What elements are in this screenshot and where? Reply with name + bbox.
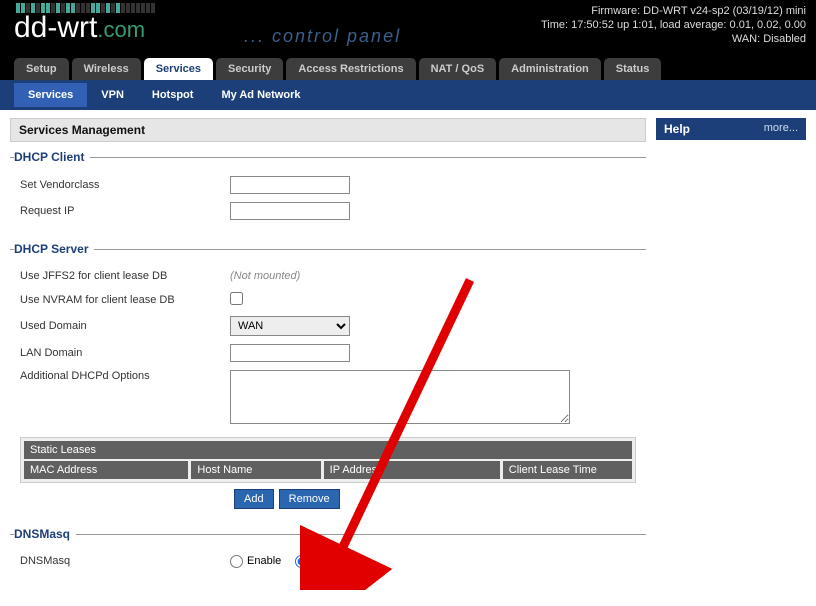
subtab-vpn[interactable]: VPN <box>87 83 138 107</box>
sub-tabs: Services VPN Hotspot My Ad Network <box>0 80 816 110</box>
label-enable: Enable <box>247 555 281 567</box>
status-top: Firmware: DD-WRT v24-sp2 (03/19/12) mini… <box>541 4 806 46</box>
tab-security[interactable]: Security <box>216 58 283 80</box>
main-tabs: Setup Wireless Services Security Access … <box>0 54 816 80</box>
static-leases-header: Static Leases <box>24 441 632 459</box>
col-host-name: Host Name <box>191 461 320 479</box>
help-bar: Help more... <box>656 118 806 140</box>
add-button[interactable]: Add <box>234 489 274 509</box>
textarea-dhcpd-opts[interactable] <box>230 370 570 424</box>
fieldset-dhcp-server: DHCP Server Use JFFS2 for client lease D… <box>10 242 646 513</box>
main-column: Services Management DHCP Client Set Vend… <box>10 118 646 598</box>
tab-administration[interactable]: Administration <box>499 58 601 80</box>
input-requestip[interactable] <box>230 202 350 220</box>
label-nvram: Use NVRAM for client lease DB <box>20 294 230 306</box>
label-jffs2: Use JFFS2 for client lease DB <box>20 270 230 282</box>
tab-nat-qos[interactable]: NAT / QoS <box>419 58 497 80</box>
fieldset-dnsmasq: DNSMasq DNSMasq Enable Disable <box>10 527 646 577</box>
input-vendorclass[interactable] <box>230 176 350 194</box>
tab-services[interactable]: Services <box>144 58 213 80</box>
control-panel-label: ... control panel <box>244 26 401 47</box>
legend-dnsmasq: DNSMasq <box>14 527 76 541</box>
tab-setup[interactable]: Setup <box>14 58 69 80</box>
logo-text: dd-wrt <box>14 11 97 44</box>
label-used-domain: Used Domain <box>20 320 230 332</box>
subtab-services[interactable]: Services <box>14 83 87 107</box>
page-title: Services Management <box>10 118 646 142</box>
fieldset-dhcp-client: DHCP Client Set Vendorclass Request IP <box>10 150 646 228</box>
tab-wireless[interactable]: Wireless <box>72 58 141 80</box>
time-load-line: Time: 17:50:52 up 1:01, load average: 0.… <box>541 18 806 32</box>
label-dhcpd-opts: Additional DHCPd Options <box>20 370 230 382</box>
legend-dhcp-client: DHCP Client <box>14 150 90 164</box>
app-header: dd-wrt.com ... control panel Firmware: D… <box>0 0 816 54</box>
col-mac-address: MAC Address <box>24 461 188 479</box>
col-ip-address: IP Address <box>324 461 500 479</box>
label-vendorclass: Set Vendorclass <box>20 179 230 191</box>
label-requestip: Request IP <box>20 205 230 217</box>
radio-dnsmasq-disable[interactable] <box>295 555 308 568</box>
checkbox-nvram[interactable] <box>230 292 243 305</box>
label-lan-domain: LAN Domain <box>20 347 230 359</box>
tab-access-restrictions[interactable]: Access Restrictions <box>286 58 415 80</box>
subtab-my-ad-network[interactable]: My Ad Network <box>207 83 314 107</box>
logo-suffix: .com <box>97 17 145 42</box>
tab-status[interactable]: Status <box>604 58 662 80</box>
remove-button[interactable]: Remove <box>279 489 340 509</box>
wan-status-line: WAN: Disabled <box>541 32 806 46</box>
content-area: Services Management DHCP Client Set Vend… <box>0 110 816 606</box>
legend-dhcp-server: DHCP Server <box>14 242 94 256</box>
logo: dd-wrt.com <box>14 3 155 45</box>
firmware-line: Firmware: DD-WRT v24-sp2 (03/19/12) mini <box>541 4 806 18</box>
col-client-lease-time: Client Lease Time <box>503 461 632 479</box>
label-dnsmasq: DNSMasq <box>20 555 230 567</box>
help-title: Help <box>664 122 690 136</box>
static-leases-box: Static Leases MAC Address Host Name IP A… <box>20 437 636 483</box>
label-disable: Disable <box>312 555 349 567</box>
subtab-hotspot[interactable]: Hotspot <box>138 83 208 107</box>
input-lan-domain[interactable] <box>230 344 350 362</box>
jffs2-status: (Not mounted) <box>230 270 300 282</box>
select-used-domain[interactable]: WAN LAN <box>230 316 350 336</box>
help-more-link[interactable]: more... <box>764 122 798 136</box>
help-column: Help more... <box>656 118 806 598</box>
radio-dnsmasq-enable[interactable] <box>230 555 243 568</box>
